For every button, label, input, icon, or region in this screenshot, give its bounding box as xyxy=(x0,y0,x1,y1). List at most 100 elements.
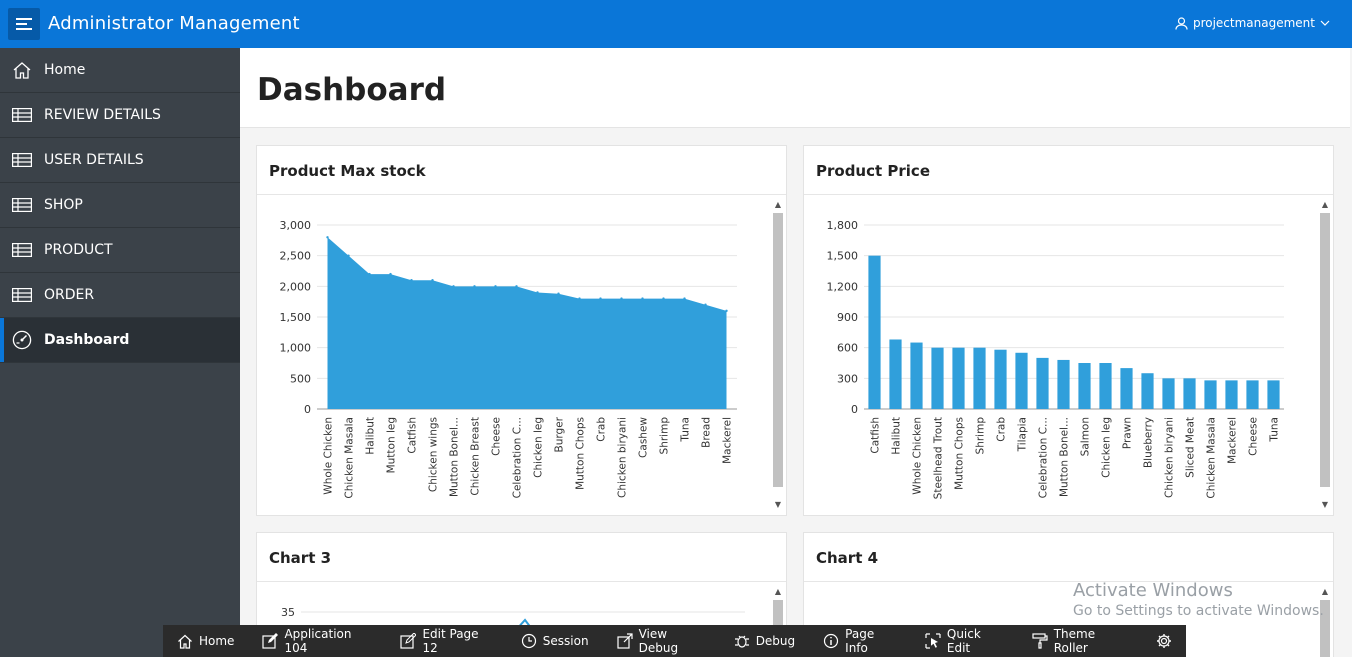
table-icon xyxy=(0,108,44,122)
bar xyxy=(1267,380,1280,409)
app-title[interactable]: Administrator Management xyxy=(48,13,300,34)
y-tick-label: 1,500 xyxy=(827,250,859,263)
data-point xyxy=(326,236,329,239)
data-point xyxy=(725,309,728,313)
x-tick-label: Chicken leg xyxy=(533,417,545,478)
devbar-label: Theme Roller xyxy=(1053,627,1096,655)
external-icon xyxy=(616,633,633,649)
devbar-label: Quick Edit xyxy=(946,627,981,655)
scroll-thumb[interactable] xyxy=(773,213,783,487)
gear-icon xyxy=(1157,634,1172,648)
area-chart: 3,000 2,500 2,000 1,500 1,000 500 0 Whole Chick… xyxy=(280,219,737,499)
x-tick-label: Mutton Bonel... xyxy=(449,417,461,497)
card-body: 1,800 1,500 1,200 900 600 300 0 Catfish Halibut W… xyxy=(804,195,1333,515)
x-tick-label: Mackerel xyxy=(1227,417,1239,464)
devbar-theme-roller[interactable]: Theme Roller xyxy=(1018,625,1142,657)
info-icon xyxy=(824,633,839,649)
top-bar: Administrator Management projectmanageme… xyxy=(0,0,1352,48)
y-tick-label: 1,500 xyxy=(280,311,312,324)
devbar-debug[interactable]: Debug xyxy=(720,625,809,657)
devbar-quick-edit[interactable]: Quick Edit xyxy=(911,625,1018,657)
roller-icon xyxy=(1032,633,1048,649)
windows-activation-watermark: Activate Windows Go to Settings to activ… xyxy=(1073,580,1324,619)
bar xyxy=(994,349,1007,409)
x-tick-label: Celebration C... xyxy=(1038,417,1050,498)
bar xyxy=(1015,352,1028,409)
y-tick-label: 500 xyxy=(290,372,311,385)
data-point xyxy=(620,297,623,300)
devbar-page-info[interactable]: Page Info xyxy=(809,625,911,657)
sidebar-item-review-details[interactable]: REVIEW DETAILS xyxy=(0,93,240,138)
sidebar-item-product[interactable]: PRODUCT xyxy=(0,228,240,273)
devbar-label: Page Info xyxy=(845,627,875,655)
bar xyxy=(1225,380,1238,409)
x-tick-label: Whole Chicken xyxy=(912,417,924,495)
devbar-settings[interactable] xyxy=(1142,625,1186,657)
chart-card-product-price: Product Price 1,800 1,500 1,200 900 600 300 0 C… xyxy=(803,145,1334,516)
sidebar-item-user-details[interactable]: USER DETAILS xyxy=(0,138,240,183)
x-tick-label: Catfish xyxy=(407,417,419,454)
devbar-label: Session xyxy=(542,634,589,648)
y-tick-label: 0 xyxy=(851,403,858,416)
x-tick-label: Chicken Masala xyxy=(1206,417,1218,499)
chevron-down-icon xyxy=(1320,20,1330,26)
scroll-up-icon[interactable]: ▲ xyxy=(771,199,785,211)
menu-toggle-button[interactable] xyxy=(8,8,40,40)
scroll-thumb[interactable] xyxy=(1320,213,1330,487)
data-point xyxy=(347,254,350,257)
bar xyxy=(1141,373,1154,409)
devbar-label: Application 104 xyxy=(284,627,352,655)
x-tick-label: Whole Chicken xyxy=(323,417,335,495)
y-tick-label: 1,800 xyxy=(827,219,859,232)
bar xyxy=(1183,378,1196,409)
table-icon xyxy=(0,288,44,302)
page-title: Dashboard xyxy=(257,72,447,108)
devbar-home[interactable]: Home xyxy=(163,625,248,657)
sidebar-item-home[interactable]: Home xyxy=(0,48,240,93)
y-tick-label: 35 xyxy=(281,606,295,619)
bar xyxy=(1120,368,1133,409)
bar xyxy=(1057,359,1070,409)
data-point xyxy=(431,279,434,282)
y-tick-label: 900 xyxy=(837,311,858,324)
data-point xyxy=(452,285,455,288)
sidebar-item-label: ORDER xyxy=(44,287,95,303)
user-menu[interactable]: projectmanagement xyxy=(1175,16,1330,30)
devbar-edit-page[interactable]: Edit Page 12 xyxy=(386,625,506,657)
vertical-scrollbar[interactable]: ▲ ▼ xyxy=(771,197,785,513)
sidebar-item-dashboard[interactable]: Dashboard xyxy=(0,318,240,363)
home-icon xyxy=(178,634,192,649)
x-tick-label: Catfish xyxy=(870,417,882,454)
x-tick-label: Blueberry xyxy=(1143,417,1155,468)
sidebar-item-shop[interactable]: SHOP xyxy=(0,183,240,228)
data-point xyxy=(641,297,644,300)
sidebar-item-order[interactable]: ORDER xyxy=(0,273,240,318)
x-tick-label: Halibut xyxy=(365,417,377,455)
vertical-scrollbar[interactable]: ▲ ▼ xyxy=(1318,197,1332,513)
sidebar-item-label: USER DETAILS xyxy=(44,152,144,168)
x-tick-label: Chicken Masala xyxy=(344,417,356,499)
scroll-up-icon[interactable]: ▲ xyxy=(1318,199,1332,211)
bar xyxy=(910,342,923,409)
devbar-application[interactable]: Application 104 xyxy=(248,625,386,657)
bar xyxy=(889,339,902,409)
devbar-view-debug[interactable]: View Debug xyxy=(603,625,720,657)
x-tick-label: Mackerel xyxy=(722,417,734,464)
x-tick-label: Burger xyxy=(554,416,566,452)
x-tick-label: Crab xyxy=(996,417,1008,442)
bar xyxy=(931,347,944,409)
x-tick-label: Halibut xyxy=(891,417,903,455)
y-tick-label: 2,500 xyxy=(280,250,312,263)
data-point xyxy=(683,297,686,300)
x-tick-label: Chicken wings xyxy=(428,417,440,492)
scroll-down-icon[interactable]: ▼ xyxy=(771,499,785,511)
scroll-up-icon[interactable]: ▲ xyxy=(771,586,785,598)
y-tick-label: 1,000 xyxy=(280,342,312,355)
devbar-label: Home xyxy=(199,634,235,648)
home-icon xyxy=(0,61,44,79)
sidebar-item-label: PRODUCT xyxy=(44,242,113,258)
scroll-down-icon[interactable]: ▼ xyxy=(1318,499,1332,511)
bar xyxy=(868,255,881,409)
bar-chart: 1,800 1,500 1,200 900 600 300 0 Catfish Halibut W… xyxy=(827,219,1284,499)
devbar-session[interactable]: Session xyxy=(507,625,603,657)
